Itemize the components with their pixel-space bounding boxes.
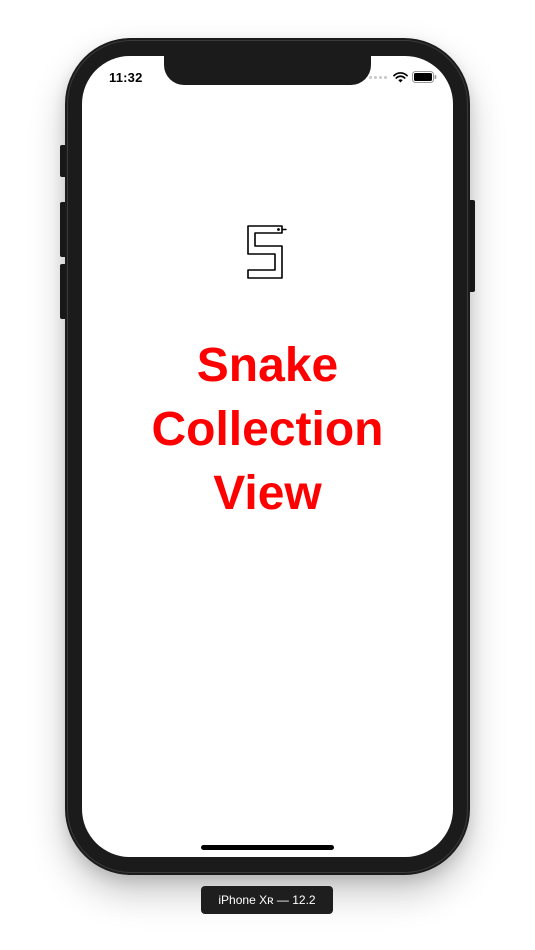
wifi-icon [393,71,408,82]
device-label: iPhone Xʀ — 12.2 [201,886,333,914]
app-title-line-3: View [213,467,322,520]
app-title: Snake Collection View [82,334,453,526]
notch [164,56,371,85]
home-indicator[interactable] [201,845,334,850]
snake-s-logo-icon [247,225,287,279]
battery-icon [412,71,437,83]
device-frame: 11:32 Snake Collection View [65,38,470,875]
status-time: 11:32 [109,70,143,85]
status-icons [369,70,437,84]
simulator-stage: 11:32 Snake Collection View iPhone Xʀ — … [0,0,535,950]
signal-dots-icon [369,75,387,79]
app-title-line-1: Snake [196,339,339,392]
device-screen[interactable]: 11:32 Snake Collection View [82,56,453,857]
app-title-line-2: Collection [151,403,384,456]
